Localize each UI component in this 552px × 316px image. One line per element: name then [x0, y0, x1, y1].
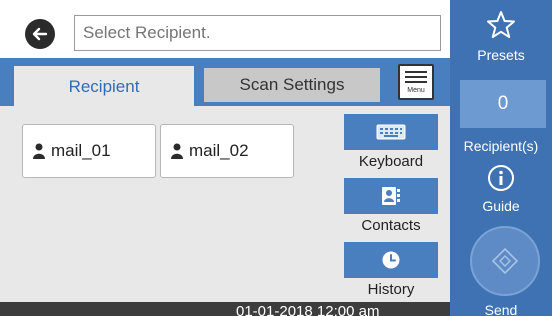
recipient-count: 0 — [497, 93, 509, 114]
contacts-icon — [382, 187, 400, 205]
back-button[interactable] — [18, 15, 62, 53]
menu-button[interactable]: Menu — [398, 64, 434, 100]
guide-label: Guide — [482, 198, 520, 214]
recipient-card-mail-01[interactable]: mail_01 — [22, 124, 156, 178]
send-button[interactable] — [470, 226, 540, 296]
menu-line — [405, 76, 427, 78]
recipient-count-box: 0 — [460, 80, 546, 128]
keyboard-icon — [376, 124, 406, 140]
contacts-icon-box — [344, 178, 438, 214]
history-icon-box — [344, 242, 438, 278]
top-bar — [0, 0, 450, 58]
contacts-button[interactable]: Contacts — [344, 178, 438, 234]
recipient-card-mail-02[interactable]: mail_02 — [160, 124, 294, 178]
recipient-input[interactable] — [74, 15, 441, 51]
person-icon — [33, 143, 45, 159]
recipient-count-label: Recipient(s) — [463, 138, 539, 154]
info-icon — [488, 165, 514, 191]
presets-label: Presets — [477, 47, 525, 63]
contacts-label: Contacts — [361, 217, 421, 234]
guide-button[interactable]: Guide — [450, 164, 552, 214]
keyboard-button[interactable]: Keyboard — [344, 114, 438, 170]
presets-button[interactable]: Presets — [450, 10, 552, 63]
keyboard-icon-box — [344, 114, 438, 150]
history-label: History — [367, 281, 415, 298]
back-arrow-icon — [25, 19, 55, 49]
recipient-card-label: mail_02 — [189, 141, 249, 160]
history-button[interactable]: History — [344, 242, 438, 298]
tab-scan-settings-label: Scan Settings — [239, 75, 345, 94]
keyboard-label: Keyboard — [358, 153, 424, 170]
recipient-content: mail_01 mail_02 Keyboard Contacts Histor… — [0, 106, 450, 302]
menu-line — [405, 71, 427, 73]
menu-label: Menu — [407, 87, 425, 94]
tab-strip: Recipient Scan Settings Menu — [0, 58, 450, 108]
scan-to-email-screen: Recipient Scan Settings Menu mail_01 mai… — [0, 0, 552, 316]
star-icon — [487, 11, 515, 38]
recipient-card-label: mail_01 — [51, 141, 111, 160]
start-diamond-icon — [491, 247, 519, 275]
send-label: Send — [484, 302, 518, 316]
status-datetime: 01-01-2018 12:00 am — [236, 303, 380, 316]
clock-icon — [382, 251, 400, 269]
tab-recipient-label: Recipient — [68, 77, 140, 96]
tab-recipient[interactable]: Recipient — [14, 66, 194, 108]
menu-line — [405, 81, 427, 83]
person-icon — [171, 143, 183, 159]
tab-scan-settings[interactable]: Scan Settings — [204, 68, 380, 102]
right-panel: Presets 0 Recipient(s) Guide Send — [450, 0, 552, 316]
status-bar: 01-01-2018 12:00 am — [0, 302, 450, 316]
